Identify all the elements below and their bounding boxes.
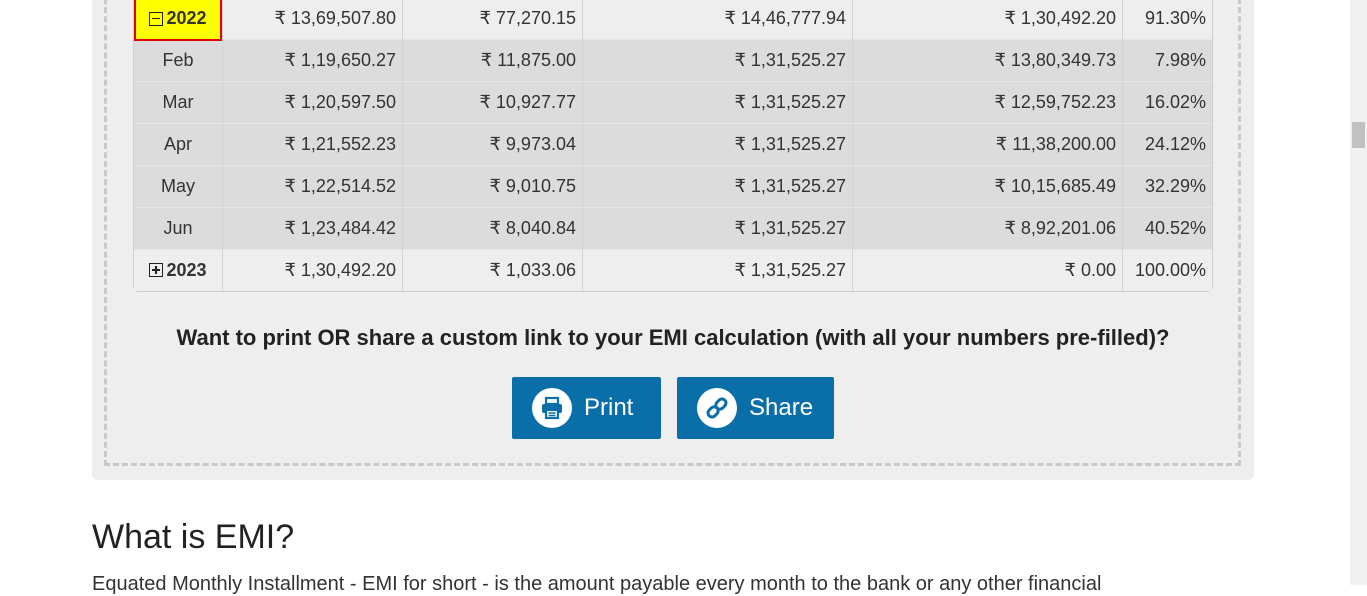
share-prompt: Want to print OR share a custom link to … <box>176 325 1170 350</box>
loan-paid-cell: 7.98% <box>1123 40 1212 82</box>
table-row: Jun ₹ 1,23,484.42 ₹ 8,040.84 ₹ 1,31,525.… <box>134 208 1212 250</box>
total-payment-cell: ₹ 1,31,525.27 <box>583 250 853 291</box>
principal-cell: ₹ 1,23,484.42 <box>223 208 403 250</box>
loan-paid-cell: 100.00% <box>1123 250 1212 291</box>
interest-cell: ₹ 10,927.77 <box>403 82 583 124</box>
principal-cell: ₹ 13,69,507.80 <box>223 0 403 40</box>
year-cell[interactable]: 2022 <box>134 0 223 41</box>
scrollbar-thumb[interactable] <box>1352 122 1365 148</box>
total-payment-cell: ₹ 1,31,525.27 <box>583 124 853 166</box>
month-cell: Jun <box>134 208 223 250</box>
balance-cell: ₹ 11,38,200.00 <box>853 124 1123 166</box>
principal-cell: ₹ 1,22,514.52 <box>223 166 403 208</box>
interest-cell: ₹ 11,875.00 <box>403 40 583 82</box>
year-label: 2023 <box>166 260 207 280</box>
print-button-label: Print <box>584 394 634 421</box>
table-row: Feb ₹ 1,19,650.27 ₹ 11,875.00 ₹ 1,31,525… <box>134 40 1212 82</box>
balance-cell: ₹ 10,15,685.49 <box>853 166 1123 208</box>
loan-paid-cell: 24.12% <box>1123 124 1212 166</box>
interest-cell: ₹ 9,010.75 <box>403 166 583 208</box>
loan-paid-cell: 32.29% <box>1123 166 1212 208</box>
year-toggle-2022[interactable]: 2022 <box>134 0 222 41</box>
interest-cell: ₹ 8,040.84 <box>403 208 583 250</box>
balance-cell: ₹ 8,92,201.06 <box>853 208 1123 250</box>
minus-square-icon[interactable] <box>149 11 164 26</box>
month-cell: Feb <box>134 40 223 82</box>
balance-cell: ₹ 12,59,752.23 <box>853 82 1123 124</box>
print-button[interactable]: Print <box>512 377 661 439</box>
total-payment-cell: ₹ 14,46,777.94 <box>583 0 853 40</box>
emi-schedule-table: 2022 ₹ 13,69,507.80 ₹ 77,270.15 ₹ 14,46,… <box>133 0 1213 292</box>
total-payment-cell: ₹ 1,31,525.27 <box>583 40 853 82</box>
total-payment-cell: ₹ 1,31,525.27 <box>583 166 853 208</box>
table-row: Apr ₹ 1,21,552.23 ₹ 9,973.04 ₹ 1,31,525.… <box>134 124 1212 166</box>
total-payment-cell: ₹ 1,31,525.27 <box>583 208 853 250</box>
month-cell: Mar <box>134 82 223 124</box>
total-payment-cell: ₹ 1,31,525.27 <box>583 82 853 124</box>
loan-paid-cell: 40.52% <box>1123 208 1212 250</box>
balance-cell: ₹ 13,80,349.73 <box>853 40 1123 82</box>
month-cell: May <box>134 166 223 208</box>
month-cell: Apr <box>134 124 223 166</box>
share-button[interactable]: Share <box>677 377 834 439</box>
section-heading-what-is-emi: What is EMI? <box>92 518 295 556</box>
table-row: May ₹ 1,22,514.52 ₹ 9,010.75 ₹ 1,31,525.… <box>134 166 1212 208</box>
share-button-label: Share <box>749 394 814 421</box>
page-scrollbar[interactable] <box>1350 0 1367 585</box>
principal-cell: ₹ 1,21,552.23 <box>223 124 403 166</box>
year-label: 2022 <box>166 8 207 28</box>
principal-cell: ₹ 1,20,597.50 <box>223 82 403 124</box>
loan-paid-cell: 91.30% <box>1123 0 1212 40</box>
interest-cell: ₹ 77,270.15 <box>403 0 583 40</box>
balance-cell: ₹ 1,30,492.20 <box>853 0 1123 40</box>
table-row: Mar ₹ 1,20,597.50 ₹ 10,927.77 ₹ 1,31,525… <box>134 82 1212 124</box>
principal-cell: ₹ 1,19,650.27 <box>223 40 403 82</box>
interest-cell: ₹ 9,973.04 <box>403 124 583 166</box>
table-row-year-2023[interactable]: 2023 ₹ 1,30,492.20 ₹ 1,033.06 ₹ 1,31,525… <box>134 250 1212 291</box>
year-cell[interactable]: 2023 <box>134 250 223 291</box>
plus-square-icon[interactable] <box>149 263 164 277</box>
link-icon <box>697 388 737 428</box>
balance-cell: ₹ 0.00 <box>853 250 1123 291</box>
loan-paid-cell: 16.02% <box>1123 82 1212 124</box>
table-row-year-2022[interactable]: 2022 ₹ 13,69,507.80 ₹ 77,270.15 ₹ 14,46,… <box>134 0 1212 41</box>
interest-cell: ₹ 1,033.06 <box>403 250 583 291</box>
printer-icon <box>532 388 572 428</box>
principal-cell: ₹ 1,30,492.20 <box>223 250 403 291</box>
